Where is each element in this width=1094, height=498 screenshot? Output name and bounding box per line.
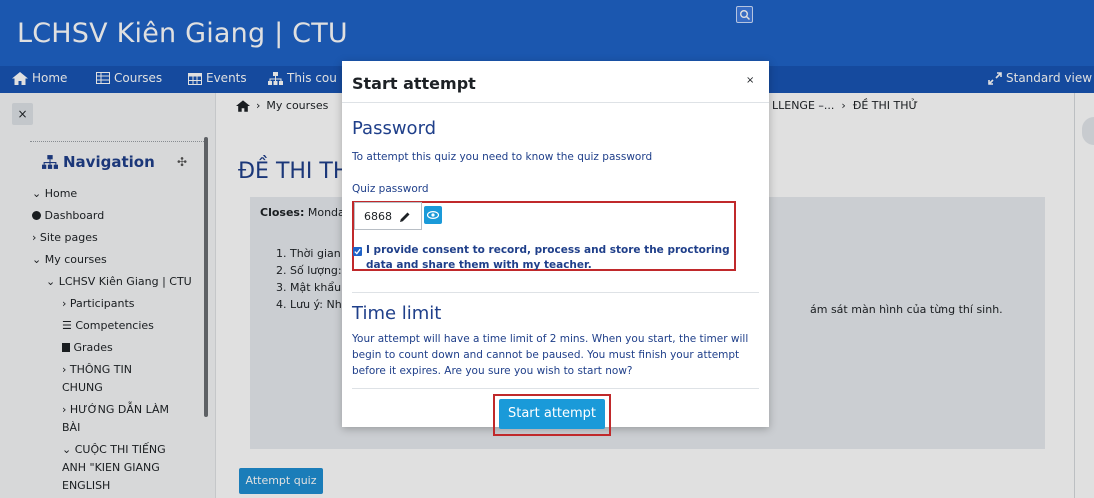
consent-checkbox[interactable] — [353, 247, 362, 256]
pencil-icon[interactable] — [399, 211, 411, 223]
start-attempt-dialog: Start attempt × Password To attempt this… — [342, 61, 769, 436]
dialog-header: Start attempt × — [342, 61, 769, 103]
reveal-password-button[interactable] — [424, 206, 442, 224]
password-help: To attempt this quiz you need to know th… — [352, 151, 653, 163]
password-heading: Password — [352, 118, 437, 139]
password-value: 6868 — [364, 210, 392, 223]
section-divider — [352, 388, 759, 389]
time-limit-heading: Time limit — [352, 303, 442, 324]
time-limit-text: Your attempt will have a time limit of 2… — [352, 333, 749, 377]
section-divider — [352, 292, 759, 293]
consent-label[interactable]: I provide consent to record, process and… — [366, 243, 736, 273]
check-icon — [354, 248, 361, 255]
password-label: Quiz password — [352, 183, 429, 195]
dialog-title: Start attempt — [352, 74, 476, 93]
dialog-close-button[interactable]: × — [746, 75, 754, 86]
quiz-password-field[interactable]: 6868 — [354, 202, 422, 230]
start-attempt-button[interactable]: Start attempt — [499, 399, 605, 429]
eye-icon — [427, 211, 439, 219]
